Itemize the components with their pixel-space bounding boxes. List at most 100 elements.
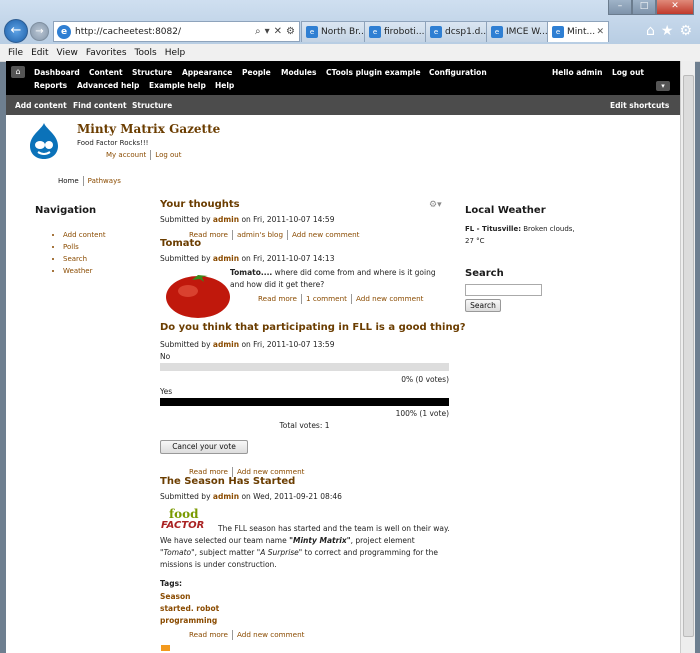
- menu-help[interactable]: Help: [165, 48, 186, 58]
- toolbar-example-help[interactable]: Example help: [149, 81, 206, 90]
- tools-gear-icon[interactable]: ⚙: [679, 22, 692, 40]
- window-controls: – □ ✕: [608, 0, 694, 15]
- toolbar-toggle-icon[interactable]: ▾: [656, 81, 670, 91]
- toolbar-appearance[interactable]: Appearance: [182, 68, 232, 77]
- nav-item-add-content[interactable]: Add content: [63, 231, 106, 239]
- menu-tools[interactable]: Tools: [135, 48, 157, 58]
- browser-tab-active[interactable]: e Mint... ✕: [547, 21, 609, 42]
- minimize-icon[interactable]: –: [608, 0, 632, 15]
- menu-view[interactable]: View: [57, 48, 78, 58]
- logout-link[interactable]: Log out: [155, 151, 181, 159]
- toolbar-reports[interactable]: Reports: [34, 81, 67, 90]
- season-subject: "A Surprise": [256, 548, 303, 557]
- scrollbar-thumb[interactable]: [683, 75, 694, 637]
- nav-item-polls[interactable]: Polls: [63, 243, 106, 251]
- comment-count-link[interactable]: 1 comment: [306, 294, 347, 303]
- my-account-link[interactable]: My account: [106, 151, 146, 159]
- favorites-star-icon[interactable]: ★: [661, 22, 674, 40]
- toolbar-configuration[interactable]: Configuration: [429, 68, 487, 77]
- rss-feed-icon[interactable]: [161, 645, 170, 651]
- search-title: Search: [465, 268, 504, 279]
- node-submitted: Submitted by admin on Wed, 2011-09-21 08…: [160, 492, 342, 501]
- search-icon[interactable]: ⌕: [255, 26, 261, 37]
- submitted-date: on Fri, 2011-10-07 14:59: [241, 215, 335, 224]
- add-comment-link[interactable]: Add new comment: [237, 467, 305, 476]
- author-link[interactable]: admin: [213, 492, 239, 501]
- season-text: , subject matter: [194, 548, 257, 557]
- read-more-link[interactable]: Read more: [189, 467, 228, 476]
- search-button[interactable]: Search: [465, 299, 501, 312]
- drupal-logo-icon[interactable]: [28, 121, 60, 161]
- node-links: Read more 1 comment Add new comment: [258, 294, 423, 304]
- address-url[interactable]: http://cacheetest:8082/: [75, 27, 255, 37]
- toolbar-advanced-help[interactable]: Advanced help: [77, 81, 139, 90]
- tag-link[interactable]: started. robot: [160, 603, 219, 615]
- poll-choice-label: No: [160, 352, 171, 361]
- dropdown-icon[interactable]: ▾: [265, 26, 270, 37]
- toolbar-ctools[interactable]: CTools plugin example: [326, 68, 421, 77]
- home-icon[interactable]: ⌂: [646, 22, 655, 40]
- admin-toolbar: ⌂ Dashboard Content Structure Appearance…: [6, 61, 680, 95]
- browser-tab[interactable]: e dcsp1.d...: [425, 21, 487, 42]
- toolbar-people[interactable]: People: [242, 68, 271, 77]
- forward-button[interactable]: →: [30, 22, 49, 41]
- toolbar-structure[interactable]: Structure: [132, 68, 172, 77]
- author-link[interactable]: admin: [213, 340, 239, 349]
- site-name[interactable]: Minty Matrix Gazette: [77, 122, 220, 136]
- author-link[interactable]: admin: [213, 215, 239, 224]
- nav-item-search[interactable]: Search: [63, 255, 106, 263]
- close-window-icon[interactable]: ✕: [656, 0, 694, 15]
- node-submitted: Submitted by admin on Fri, 2011-10-07 13…: [160, 340, 334, 349]
- read-more-link[interactable]: Read more: [189, 630, 228, 639]
- shortcut-find-content[interactable]: Find content: [73, 101, 127, 110]
- home-link[interactable]: Home: [58, 177, 79, 185]
- tag-link[interactable]: Season: [160, 591, 219, 603]
- blog-link[interactable]: admin's blog: [237, 230, 283, 239]
- toolbar-dashboard[interactable]: Dashboard: [34, 68, 80, 77]
- node-title-poll[interactable]: Do you think that participating in FLL i…: [160, 322, 466, 333]
- menu-favorites[interactable]: Favorites: [86, 48, 127, 58]
- compatibility-icon[interactable]: ⚙: [286, 26, 295, 37]
- maximize-icon[interactable]: □: [632, 0, 656, 15]
- divider: [350, 294, 352, 304]
- pathways-link[interactable]: Pathways: [88, 177, 121, 185]
- cancel-vote-button[interactable]: Cancel your vote: [160, 440, 248, 454]
- stop-icon[interactable]: ✕: [274, 26, 282, 37]
- address-bar[interactable]: e http://cacheetest:8082/ ⌕ ▾ ✕ ⚙: [53, 21, 300, 42]
- browser-tab[interactable]: e North Br...: [301, 21, 365, 42]
- toolbar-modules[interactable]: Modules: [281, 68, 316, 77]
- toolbar-hello-user[interactable]: Hello admin: [552, 68, 602, 77]
- node-title-your-thoughts[interactable]: Your thoughts: [160, 199, 240, 210]
- toolbar-help[interactable]: Help: [215, 81, 234, 90]
- edit-shortcuts-link[interactable]: Edit shortcuts: [610, 101, 669, 110]
- nav-item-weather[interactable]: Weather: [63, 267, 106, 275]
- submitted-prefix: Submitted by: [160, 492, 211, 501]
- add-comment-link[interactable]: Add new comment: [356, 294, 424, 303]
- navigation-menu: Add content Polls Search Weather: [51, 231, 106, 279]
- menu-file[interactable]: File: [8, 48, 23, 58]
- author-link[interactable]: admin: [213, 254, 239, 263]
- shortcut-add-content[interactable]: Add content: [15, 101, 67, 110]
- read-more-link[interactable]: Read more: [258, 294, 297, 303]
- toolbar-logout[interactable]: Log out: [612, 68, 644, 77]
- browser-tab[interactable]: e IMCE W...: [486, 21, 548, 42]
- node-title-season[interactable]: The Season Has Started: [160, 476, 295, 487]
- page-viewport: ⌂ Dashboard Content Structure Appearance…: [6, 61, 680, 653]
- add-comment-link[interactable]: Add new comment: [292, 230, 360, 239]
- shortcut-structure[interactable]: Structure: [132, 101, 172, 110]
- back-button[interactable]: ←: [4, 19, 28, 43]
- vertical-scrollbar[interactable]: [680, 61, 695, 653]
- toolbar-content[interactable]: Content: [89, 68, 123, 77]
- site-slogan: Food Factor Rocks!!!: [77, 139, 149, 147]
- search-input[interactable]: [465, 284, 542, 296]
- node-title-tomato[interactable]: Tomato: [160, 238, 201, 249]
- add-comment-link[interactable]: Add new comment: [237, 630, 305, 639]
- tag-link[interactable]: programming: [160, 615, 219, 627]
- tags-label: Tags:: [160, 579, 183, 588]
- toolbar-home-icon[interactable]: ⌂: [11, 66, 25, 78]
- browser-tab[interactable]: e firoboti...: [364, 21, 426, 42]
- close-tab-icon[interactable]: ✕: [596, 27, 604, 37]
- weather-description: Broken clouds,: [521, 225, 575, 233]
- contextual-gear-icon[interactable]: ⚙▾: [429, 200, 442, 210]
- menu-edit[interactable]: Edit: [31, 48, 48, 58]
